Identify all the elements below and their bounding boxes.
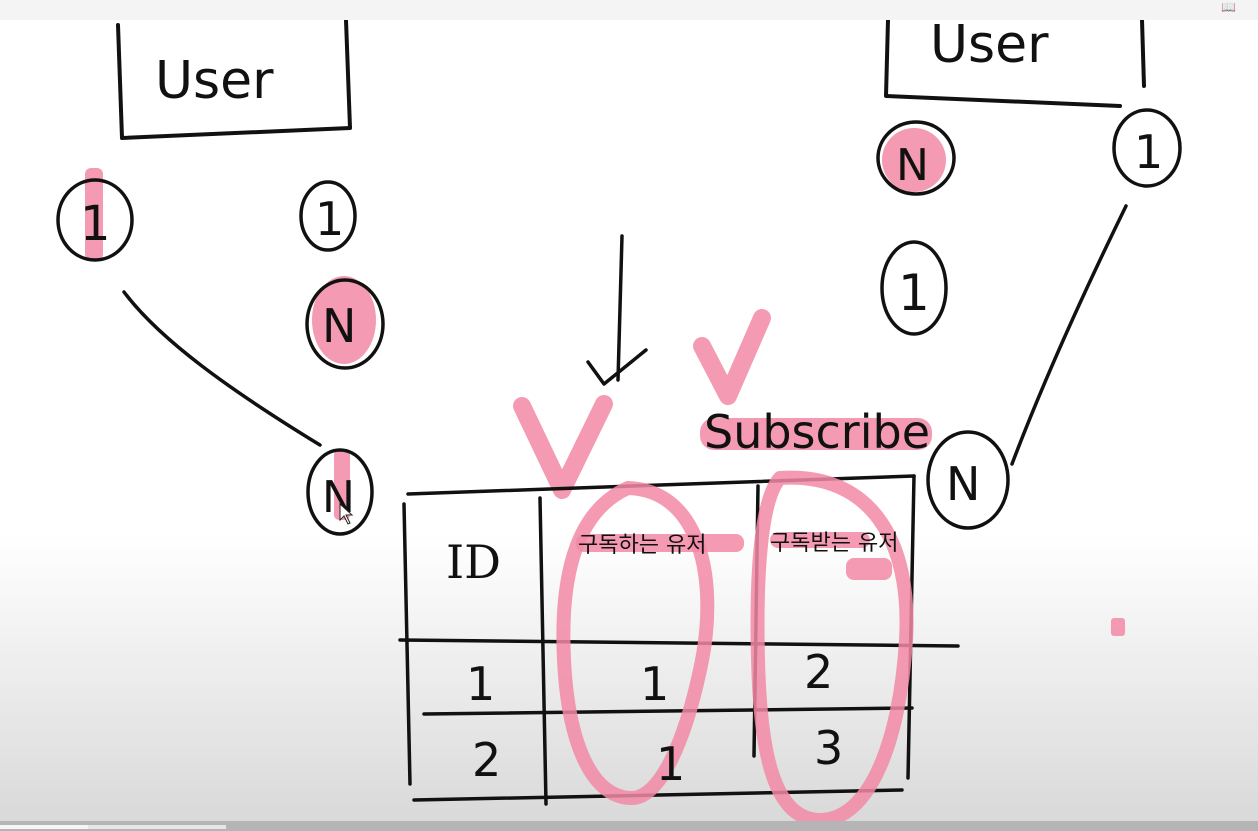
left-user-label: User <box>155 51 274 111</box>
video-progress-bar[interactable] <box>0 821 1258 831</box>
subscribe-label-group: Subscribe <box>700 405 932 459</box>
right-user-box-edge <box>1140 20 1146 88</box>
cardinality-label: 1 <box>315 192 344 246</box>
table-header-id: ID <box>446 535 501 589</box>
check-label: V <box>0 20 1 21</box>
subscribe-table: ID 구독하는 유저 구독받는 유저 1 1 2 2 1 3 <box>398 470 960 821</box>
check-stroke <box>693 309 771 405</box>
left-user-entity: User <box>116 20 352 140</box>
left-card-1-right: 1 <box>299 180 357 252</box>
right-relation-line <box>1010 204 1128 466</box>
check-stroke <box>513 395 613 499</box>
left-card-1-left: 1 <box>56 168 134 262</box>
table-cell-subscriber: 1 <box>640 657 669 711</box>
right-card-1-right: 1 <box>1112 108 1182 188</box>
cardinality-label: 1 <box>898 264 930 322</box>
subscribe-label: Subscribe <box>704 405 930 459</box>
cardinality-label: 1 <box>1134 125 1163 179</box>
whiteboard-drawing: User 1 1 N N User N 1 1 N V V Subscribe … <box>0 20 1182 821</box>
cardinality-label: N <box>322 299 356 353</box>
table-header-divider <box>398 638 960 648</box>
table-cell-subscribed: 2 <box>804 645 833 699</box>
right-card-n-left: N <box>876 120 956 196</box>
left-relation-line <box>122 290 322 447</box>
table-left-line <box>402 502 412 786</box>
table-cell-id: 1 <box>466 657 495 711</box>
down-arrow-icon <box>586 234 648 386</box>
book-open-icon[interactable]: 📖 <box>1221 0 1236 14</box>
table-col-divider <box>538 496 548 806</box>
table-header-subscribed: 구독받는 유저 <box>770 531 898 556</box>
left-card-n-bottom: N <box>306 448 374 536</box>
check-label: V <box>0 20 1 21</box>
left-card-n-right: N <box>305 276 385 370</box>
table-cell-id: 2 <box>472 733 501 787</box>
right-user-label: User <box>930 20 1049 75</box>
cardinality-label: 1 <box>80 196 111 252</box>
table-cell-subscribed: 3 <box>814 721 843 775</box>
video-played-bar[interactable] <box>0 825 88 829</box>
right-card-n-bottom: N <box>926 430 1010 530</box>
highlight-mark <box>846 558 892 580</box>
table-cell-subscriber: 1 <box>656 737 685 791</box>
highlight-mark <box>1111 618 1125 636</box>
right-user-entity: User <box>884 20 1146 108</box>
right-card-1-mid: 1 <box>880 240 948 336</box>
whiteboard-canvas: User 1 1 N N User N 1 1 N V V Subscribe … <box>0 20 1258 821</box>
cardinality-label: N <box>946 457 980 511</box>
cardinality-label: N <box>896 140 929 191</box>
top-bar: 📖 <box>0 0 1258 21</box>
arrow-shaft <box>616 234 624 382</box>
table-header-subscriber: 구독하는 유저 <box>578 533 706 558</box>
